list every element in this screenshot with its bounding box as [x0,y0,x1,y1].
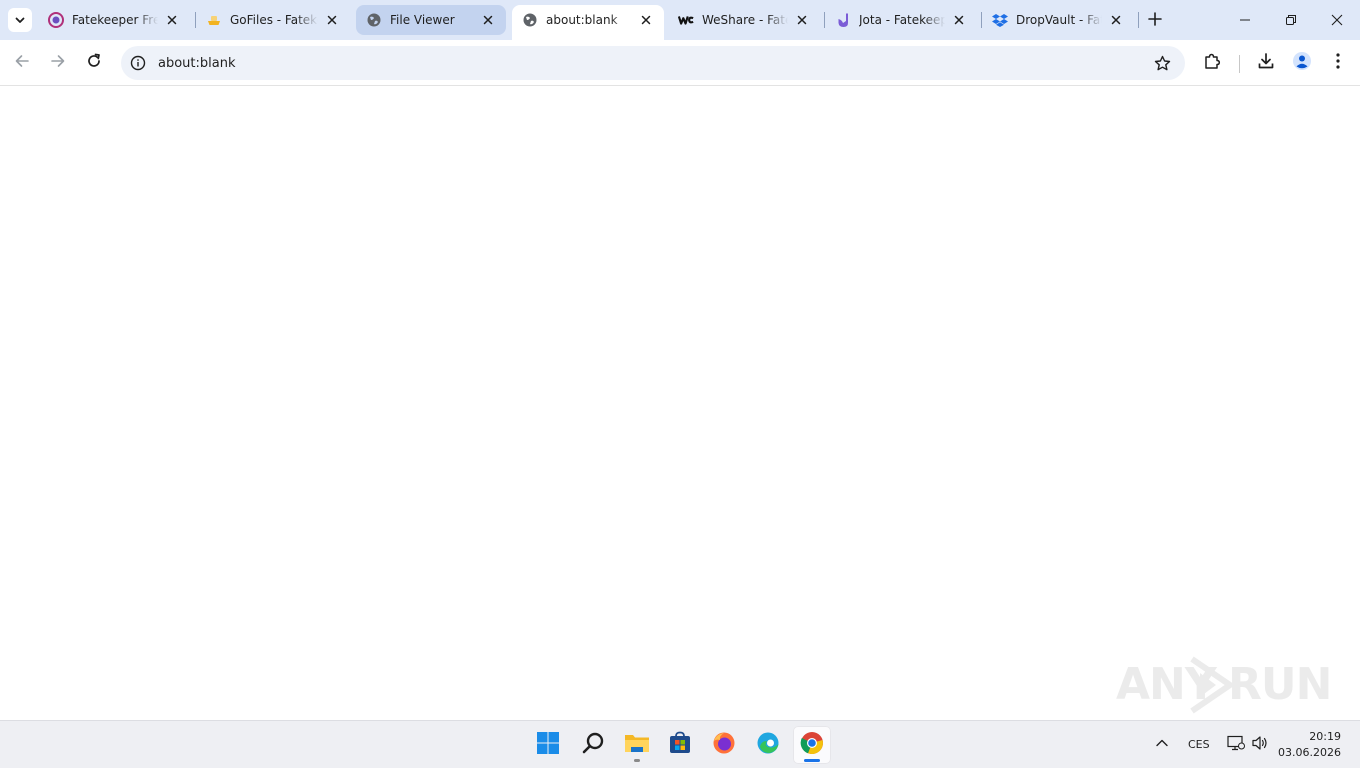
tab-gofiles[interactable]: GoFiles - Fatekeeper [196,5,350,35]
running-indicator [804,759,820,762]
puzzle-icon [1203,52,1221,74]
close-icon[interactable] [638,12,654,28]
address-bar-url[interactable]: about:blank [158,56,236,71]
avatar-icon [1292,51,1312,75]
download-icon [1257,52,1275,74]
downloads-button[interactable] [1252,49,1280,77]
gofiles-icon [206,12,222,28]
restore-button[interactable] [1268,0,1314,40]
jota-icon [835,12,851,28]
tab-title: GoFiles - Fatekeeper [230,13,318,27]
arrow-right-icon [50,53,66,73]
minimize-button[interactable] [1222,0,1268,40]
windows-start-icon [536,731,560,759]
tab-title: Jota - Fatekeeper [859,13,945,27]
watermark-text-right: RUN [1228,659,1332,710]
clock-date: 03.06.2026 [1278,746,1341,759]
clock[interactable]: 20:19 03.06.2026 [1278,729,1341,761]
tab-title: File Viewer [390,13,455,27]
tab-file-viewer[interactable]: File Viewer [356,5,506,35]
firefox-icon [712,731,736,759]
tab-title: WeShare - Fatekeeper [702,13,788,27]
close-icon [1331,11,1343,30]
browser-toolbar: about:blank [0,40,1360,86]
globe-icon [366,12,382,28]
tab-about-blank[interactable]: about:blank [512,5,664,40]
taskbar-firefox[interactable] [705,726,743,764]
file-explorer-icon [624,731,650,759]
close-icon[interactable] [794,12,810,28]
globe-icon [522,12,538,28]
clock-time: 20:19 [1309,730,1341,743]
volume-status[interactable] [1251,735,1269,754]
start-button[interactable] [529,726,567,764]
tab-title: Fatekeeper Free [72,13,158,27]
reload-icon [86,53,102,73]
tab-jota[interactable]: Jota - Fatekeeper [825,5,977,35]
profile-button[interactable] [1288,49,1316,77]
new-tab-button[interactable] [1145,10,1165,30]
close-icon[interactable] [951,12,967,28]
toolbar-separator [1239,55,1240,73]
dropvault-icon [992,12,1008,28]
network-icon [1227,735,1245,754]
info-icon[interactable] [129,54,147,72]
reload-button[interactable] [80,49,108,77]
close-icon[interactable] [480,12,496,28]
minimize-icon [1239,11,1251,30]
weshare-icon [678,12,694,28]
plus-icon [1148,11,1162,30]
taskbar-microsoft-store[interactable] [661,726,699,764]
taskbar: CES 20:19 03.06.2026 [0,720,1360,768]
close-window-button[interactable] [1314,0,1360,40]
network-status[interactable] [1227,735,1245,754]
chevron-down-icon [14,11,26,30]
chevron-up-icon [1155,739,1169,753]
star-icon[interactable] [1153,54,1171,72]
more-vert-icon [1336,53,1340,73]
tab-title: DropVault - Fatekeeper [1016,13,1102,27]
address-bar[interactable]: about:blank [121,46,1185,80]
taskbar-edge[interactable] [749,726,787,764]
tab-fatekeeper-free[interactable]: Fatekeeper Free [38,5,190,35]
close-icon[interactable] [1108,12,1124,28]
tray-overflow-button[interactable] [1155,736,1169,753]
tab-weshare[interactable]: WeShare - Fatekeeper [668,5,820,35]
speaker-icon [1251,736,1269,754]
restore-icon [1285,11,1297,30]
page-content: ANY RUN [0,87,1360,720]
search-icon [581,731,605,759]
tab-title: about:blank [546,13,618,27]
anyrun-watermark: ANY RUN [1116,655,1332,715]
taskbar-chrome[interactable] [793,726,831,764]
tab-strip: Fatekeeper Free GoFiles - Fatekeeper Fil… [0,0,1360,40]
taskbar-file-explorer[interactable] [618,726,656,764]
edge-icon [756,731,780,759]
close-icon[interactable] [164,12,180,28]
arrow-left-icon [14,53,30,73]
chrome-icon [800,731,824,759]
close-icon[interactable] [324,12,340,28]
tab-separator [1138,12,1139,28]
taskbar-search-button[interactable] [574,726,612,764]
back-button[interactable] [8,49,36,77]
extensions-button[interactable] [1198,49,1226,77]
language-indicator[interactable]: CES [1188,738,1210,751]
fatekeeper-icon [48,12,64,28]
forward-button[interactable] [44,49,72,77]
menu-button[interactable] [1324,49,1352,77]
running-indicator [634,759,640,762]
tab-dropvault[interactable]: DropVault - Fatekeeper [982,5,1134,35]
tab-search-button[interactable] [8,8,32,32]
microsoft-store-icon [668,731,692,759]
